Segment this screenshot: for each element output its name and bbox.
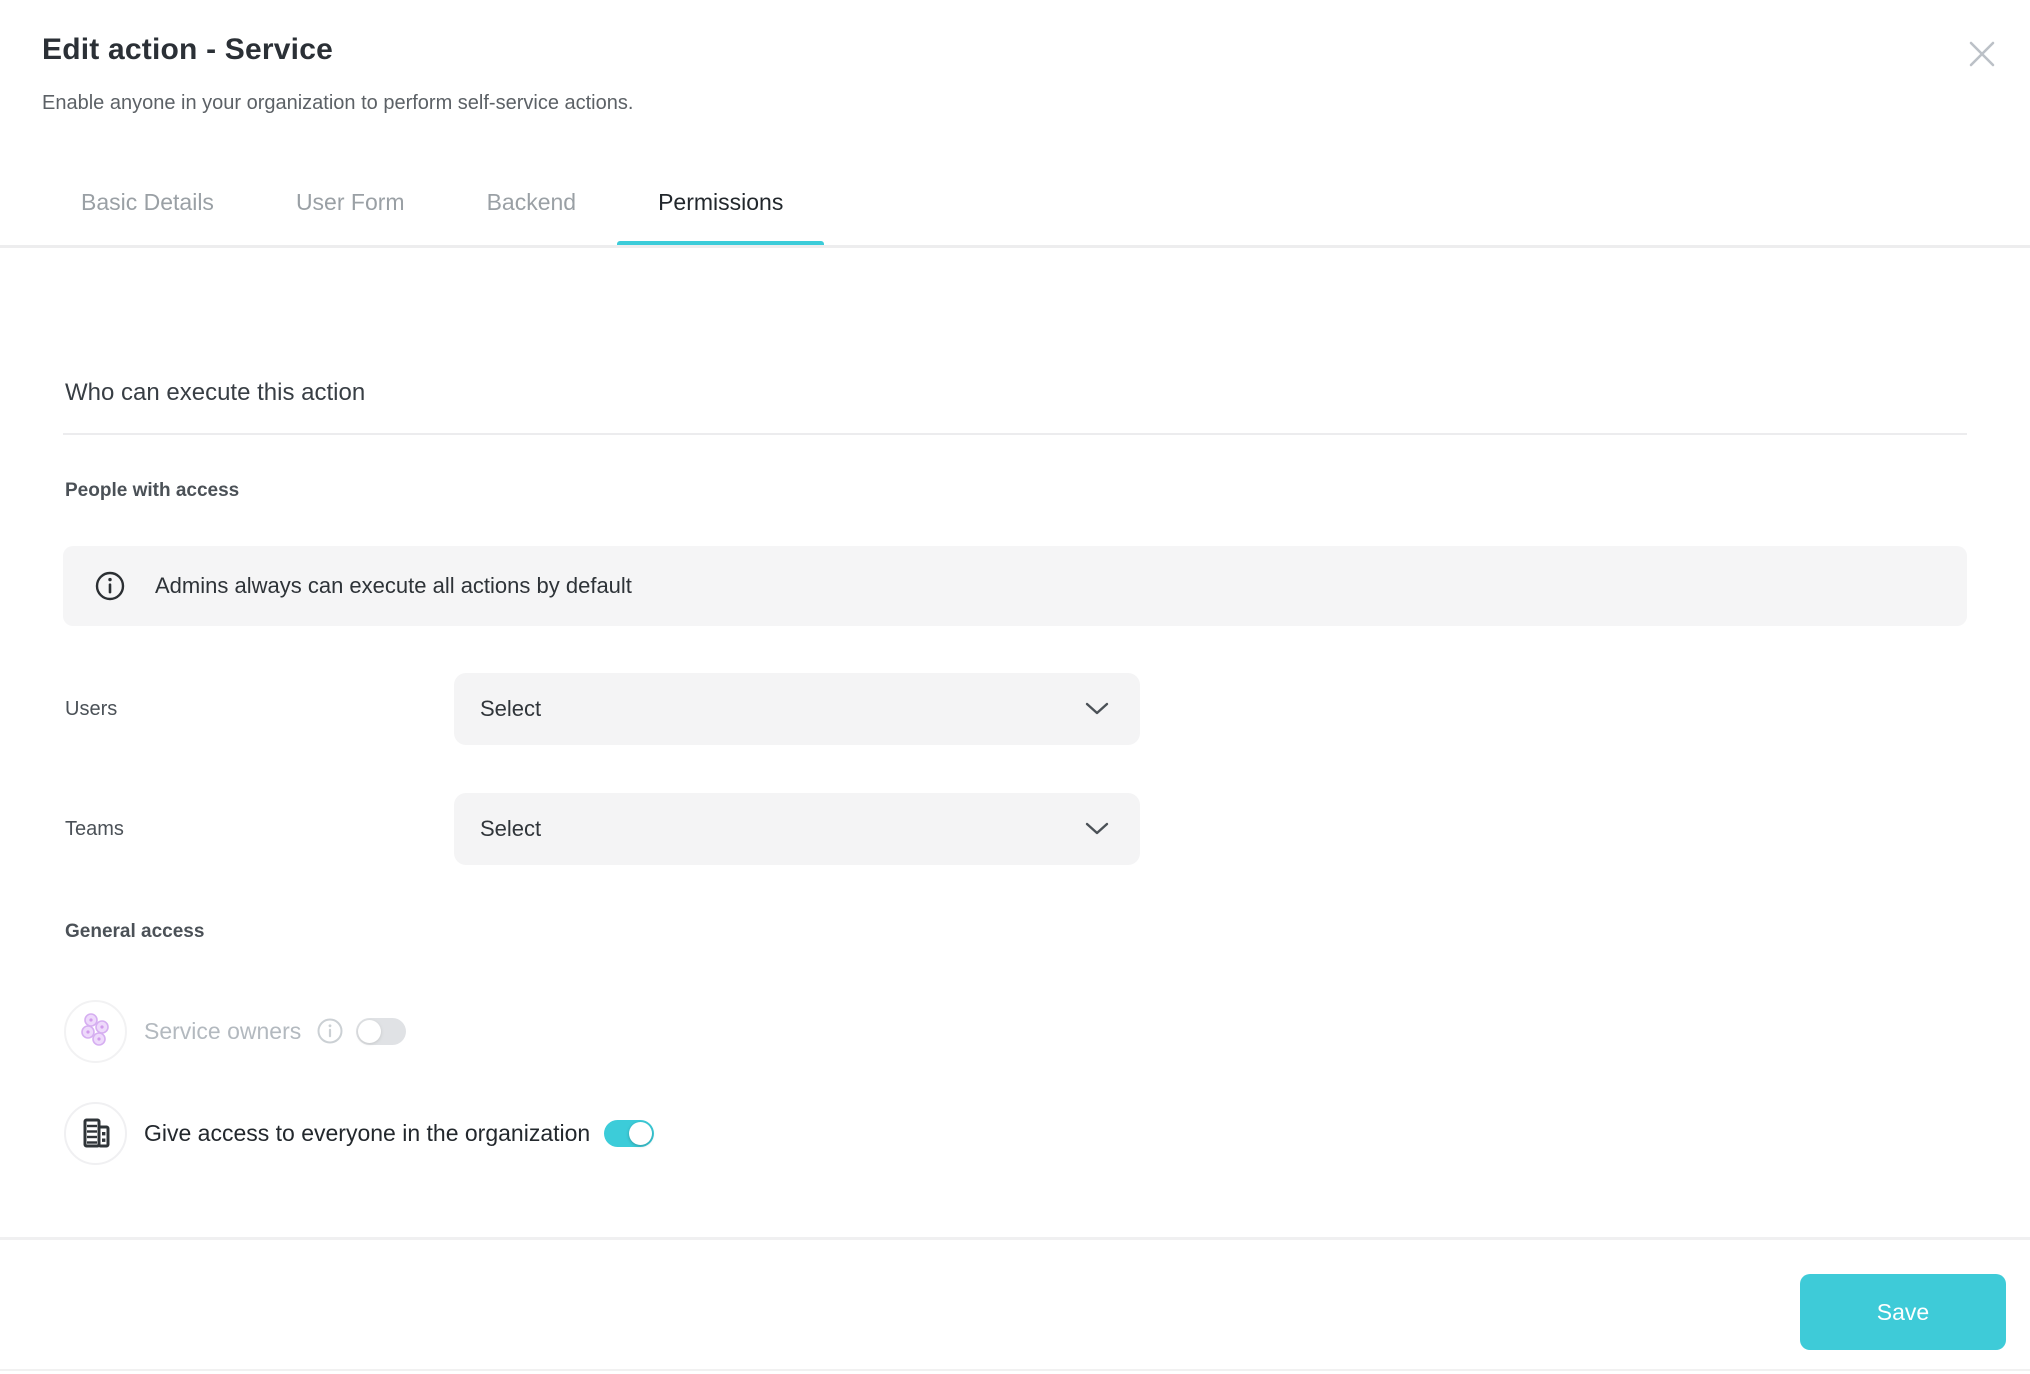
modal-subtitle: Enable anyone in your organization to pe… — [42, 92, 633, 115]
window-bottom-edge — [0, 1369, 2030, 1371]
admins-info-banner: Admins always can execute all actions by… — [63, 546, 1967, 626]
section-divider — [63, 433, 1967, 435]
everyone-access-row: Give access to everyone in the organizat… — [64, 1101, 654, 1165]
tab-user-form[interactable]: User Form — [255, 158, 446, 246]
service-owners-cluster-icon — [79, 1012, 113, 1050]
tab-bar: Basic Details User Form Backend Permissi… — [40, 158, 824, 246]
teams-field-label: Teams — [65, 818, 124, 841]
everyone-access-label: Give access to everyone in the organizat… — [144, 1120, 590, 1147]
save-button[interactable]: Save — [1800, 1274, 2006, 1350]
tab-basic-details[interactable]: Basic Details — [40, 158, 255, 246]
page-title: Edit action - Service — [42, 33, 333, 67]
tab-permissions[interactable]: Permissions — [617, 158, 824, 246]
service-owners-label: Service owners — [144, 1018, 301, 1045]
organization-building-icon — [76, 1113, 116, 1153]
info-circle-icon — [95, 571, 125, 601]
organization-avatar — [64, 1102, 127, 1165]
tabs-divider — [0, 245, 2030, 248]
section-title: Who can execute this action — [65, 379, 365, 407]
admins-info-text: Admins always can execute all actions by… — [155, 573, 632, 599]
everyone-access-toggle[interactable] — [604, 1120, 654, 1147]
chevron-down-icon — [1084, 821, 1110, 837]
close-icon — [1965, 37, 1999, 71]
footer-divider — [0, 1237, 2030, 1240]
users-select-value: Select — [480, 696, 1084, 722]
chevron-down-icon — [1084, 701, 1110, 717]
teams-select-value: Select — [480, 816, 1084, 842]
service-owners-info-icon[interactable] — [317, 1018, 343, 1044]
users-field-label: Users — [65, 698, 117, 721]
service-owners-avatar — [64, 1000, 127, 1063]
close-button[interactable] — [1960, 32, 2004, 76]
service-owners-row: Service owners — [64, 999, 406, 1063]
general-access-label: General access — [65, 921, 204, 943]
teams-select-dropdown[interactable]: Select — [454, 793, 1140, 865]
service-owners-toggle[interactable] — [356, 1018, 406, 1045]
tab-backend[interactable]: Backend — [446, 158, 618, 246]
users-select-dropdown[interactable]: Select — [454, 673, 1140, 745]
people-with-access-label: People with access — [65, 480, 239, 502]
